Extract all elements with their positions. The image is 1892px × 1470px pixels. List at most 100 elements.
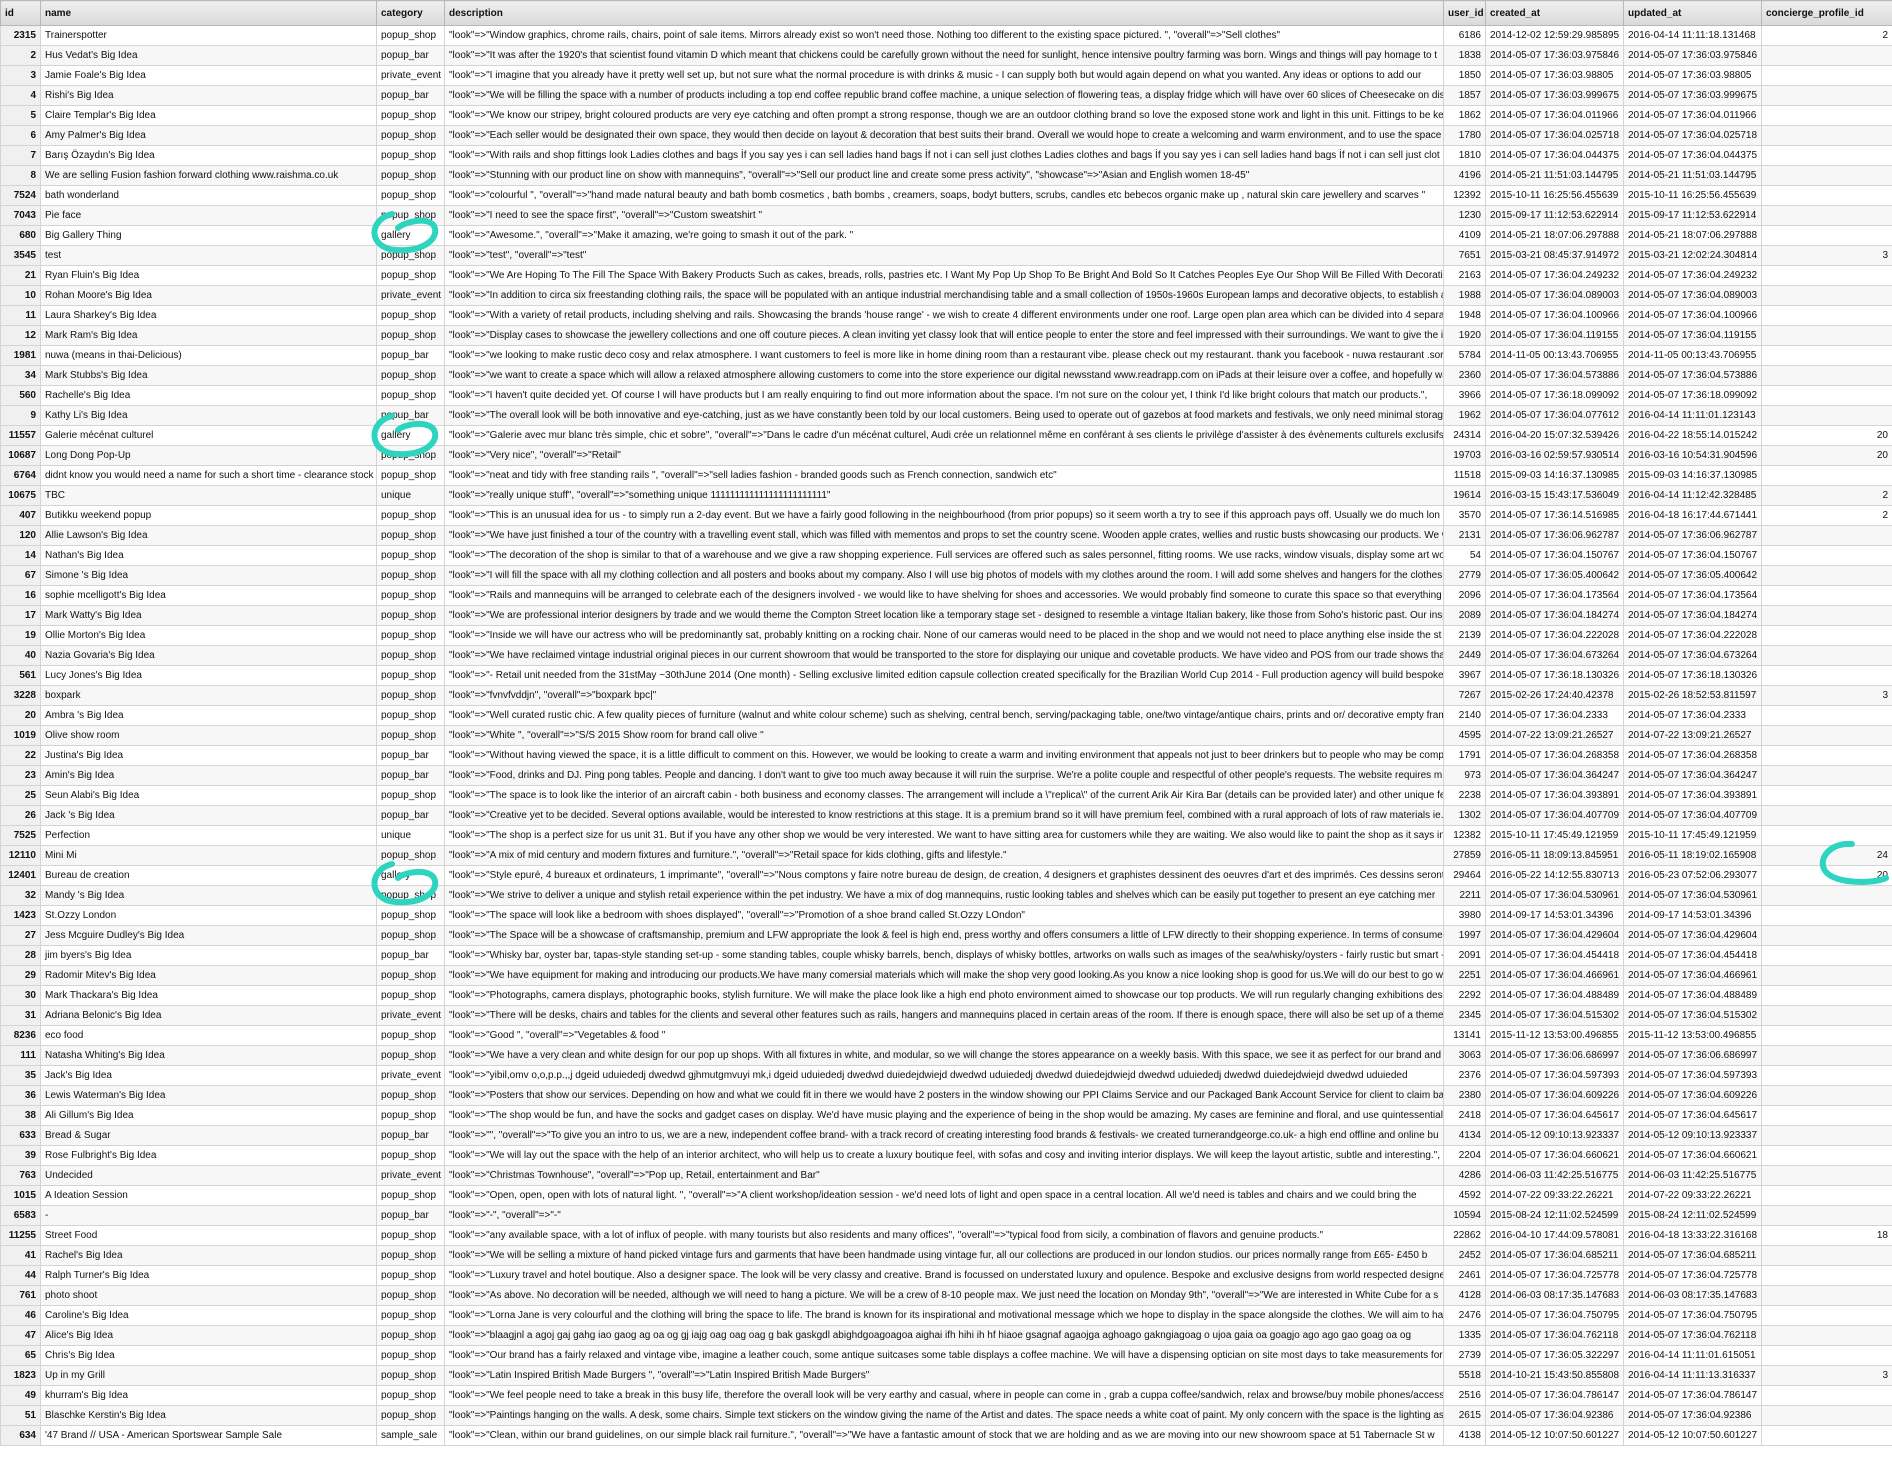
column-header-user-id[interactable]: user_id <box>1443 0 1486 26</box>
cell-updated-at[interactable]: 2014-05-07 17:36:04.597393 <box>1623 1065 1762 1086</box>
cell-id[interactable]: 10 <box>0 285 41 306</box>
cell-user-id[interactable]: 19703 <box>1443 445 1486 466</box>
table-row[interactable]: 25 Seun Alabi's Big Idea popup_shop "look"=… <box>0 785 1892 806</box>
cell-category[interactable]: popup_shop <box>376 605 445 626</box>
cell-created-at[interactable]: 2014-05-07 17:36:04.488489 <box>1485 985 1624 1006</box>
cell-concierge-profile-id[interactable] <box>1761 1125 1892 1146</box>
cell-user-id[interactable]: 5518 <box>1443 1365 1486 1386</box>
cell-id[interactable]: 633 <box>0 1125 41 1146</box>
cell-id[interactable]: 25 <box>0 785 41 806</box>
cell-description[interactable]: "look"=>"Paintings hanging on the walls.… <box>444 1405 1444 1426</box>
cell-user-id[interactable]: 2380 <box>1443 1085 1486 1106</box>
cell-concierge-profile-id[interactable] <box>1761 1045 1892 1066</box>
cell-id[interactable]: 6 <box>0 125 41 146</box>
cell-user-id[interactable]: 2204 <box>1443 1145 1486 1166</box>
cell-created-at[interactable]: 2015-03-21 08:45:37.914972 <box>1485 245 1624 266</box>
cell-updated-at[interactable]: 2014-05-12 09:10:13.923337 <box>1623 1125 1762 1146</box>
cell-id[interactable]: 51 <box>0 1405 41 1426</box>
cell-concierge-profile-id[interactable] <box>1761 945 1892 966</box>
cell-id[interactable]: 763 <box>0 1165 41 1186</box>
cell-created-at[interactable]: 2014-05-07 17:36:04.645617 <box>1485 1105 1624 1126</box>
cell-updated-at[interactable]: 2014-05-07 17:36:04.429604 <box>1623 925 1762 946</box>
cell-updated-at[interactable]: 2014-11-05 00:13:43.706955 <box>1623 345 1762 366</box>
cell-description[interactable]: "look"=>"Luxury travel and hotel boutiqu… <box>444 1265 1444 1286</box>
cell-user-id[interactable]: 2163 <box>1443 265 1486 286</box>
cell-updated-at[interactable]: 2014-06-03 08:17:35.147683 <box>1623 1285 1762 1306</box>
cell-concierge-profile-id[interactable] <box>1761 765 1892 786</box>
cell-updated-at[interactable]: 2015-11-12 13:53:00.496855 <box>1623 1025 1762 1046</box>
cell-description[interactable]: "look"=>"This is an unusual idea for us … <box>444 505 1444 526</box>
cell-user-id[interactable]: 2779 <box>1443 565 1486 586</box>
cell-id[interactable]: 2 <box>0 45 41 66</box>
cell-concierge-profile-id[interactable] <box>1761 745 1892 766</box>
cell-created-at[interactable]: 2014-05-07 17:36:04.025718 <box>1485 125 1624 146</box>
cell-created-at[interactable]: 2014-05-07 17:36:04.466961 <box>1485 965 1624 986</box>
cell-category[interactable]: popup_shop <box>376 645 445 666</box>
cell-description[interactable]: "look"=>"Stunning with our product line … <box>444 165 1444 186</box>
cell-updated-at[interactable]: 2014-05-07 17:36:04.466961 <box>1623 965 1762 986</box>
table-row[interactable]: 1423 St.Ozzy London popup_shop "look"=>"The… <box>0 905 1892 926</box>
cell-category[interactable]: popup_shop <box>376 105 445 126</box>
cell-description[interactable]: "look"=>"We have a very clean and white … <box>444 1045 1444 1066</box>
cell-updated-at[interactable]: 2014-05-07 17:36:04.762118 <box>1623 1325 1762 1346</box>
cell-updated-at[interactable]: 2014-05-07 17:36:04.609226 <box>1623 1085 1762 1106</box>
cell-created-at[interactable]: 2014-05-21 11:51:03.144795 <box>1485 165 1624 186</box>
table-row[interactable]: 3 Jamie Foale's Big Idea private_event "loo… <box>0 65 1892 86</box>
cell-category[interactable]: popup_shop <box>376 1285 445 1306</box>
cell-id[interactable]: 561 <box>0 665 41 686</box>
cell-created-at[interactable]: 2014-05-07 17:36:04.2333 <box>1485 705 1624 726</box>
cell-updated-at[interactable]: 2016-03-16 10:54:31.904596 <box>1623 445 1762 466</box>
table-row[interactable]: 49 khurram's Big Idea popup_shop "look"=>"W… <box>0 1385 1892 1406</box>
cell-name[interactable]: nuwa (means in thai-Delicious) <box>40 345 377 366</box>
cell-created-at[interactable]: 2014-05-07 17:36:04.077612 <box>1485 405 1624 426</box>
cell-concierge-profile-id[interactable] <box>1761 165 1892 186</box>
cell-concierge-profile-id[interactable]: 20 <box>1761 865 1892 886</box>
cell-name[interactable]: Hus Vedat's Big Idea <box>40 45 377 66</box>
table-row[interactable]: 7525 Perfection unique "look"=>"The shop is… <box>0 825 1892 846</box>
cell-name[interactable]: Mark Thackara's Big Idea <box>40 985 377 1006</box>
cell-category[interactable]: gallery <box>376 225 445 246</box>
cell-user-id[interactable]: 1230 <box>1443 205 1486 226</box>
cell-category[interactable]: popup_shop <box>376 505 445 526</box>
cell-created-at[interactable]: 2014-07-22 09:33:22.26221 <box>1485 1185 1624 1206</box>
cell-description[interactable]: "look"=>"The shop would be fun, and have… <box>444 1105 1444 1126</box>
cell-description[interactable]: "look"=>"Creative yet to be decided. Sev… <box>444 805 1444 826</box>
cell-created-at[interactable]: 2016-04-20 15:07:32.539426 <box>1485 425 1624 446</box>
cell-category[interactable]: popup_shop <box>376 685 445 706</box>
cell-description[interactable]: "look"=>"Galerie avec mur blanc très sim… <box>444 425 1444 446</box>
cell-description[interactable]: "look"=>"We strive to deliver a unique a… <box>444 885 1444 906</box>
cell-id[interactable]: 7524 <box>0 185 41 206</box>
cell-id[interactable]: 65 <box>0 1345 41 1366</box>
cell-description[interactable]: "look"=>"With a variety of retail produc… <box>444 305 1444 326</box>
cell-description[interactable]: "look"=>"The decoration of the shop is s… <box>444 545 1444 566</box>
cell-category[interactable]: popup_shop <box>376 165 445 186</box>
cell-name[interactable]: Claire Templar's Big Idea <box>40 105 377 126</box>
cell-updated-at[interactable]: 2014-05-07 17:36:04.725778 <box>1623 1265 1762 1286</box>
cell-name[interactable]: Simone 's Big Idea <box>40 565 377 586</box>
cell-user-id[interactable]: 1850 <box>1443 65 1486 86</box>
cell-concierge-profile-id[interactable]: 20 <box>1761 425 1892 446</box>
cell-updated-at[interactable]: 2014-05-07 17:36:04.407709 <box>1623 805 1762 826</box>
cell-category[interactable]: popup_shop <box>376 905 445 926</box>
cell-name[interactable]: Natasha Whiting's Big Idea <box>40 1045 377 1066</box>
cell-concierge-profile-id[interactable]: 3 <box>1761 685 1892 706</box>
cell-created-at[interactable]: 2014-05-07 17:36:18.130326 <box>1485 665 1624 686</box>
cell-category[interactable]: popup_shop <box>376 1185 445 1206</box>
cell-created-at[interactable]: 2014-05-07 17:36:06.962787 <box>1485 525 1624 546</box>
cell-created-at[interactable]: 2014-05-21 18:07:06.297888 <box>1485 225 1624 246</box>
cell-name[interactable]: Ollie Morton's Big Idea <box>40 625 377 646</box>
cell-name[interactable]: Kathy Li's Big Idea <box>40 405 377 426</box>
table-row[interactable]: 7 Barış Özaydın's Big Idea popup_shop "look… <box>0 145 1892 166</box>
cell-updated-at[interactable]: 2015-09-03 14:16:37.130985 <box>1623 465 1762 486</box>
cell-description[interactable]: "look"=>"any available space, with a lot… <box>444 1225 1444 1246</box>
cell-updated-at[interactable]: 2014-05-07 17:36:04.454418 <box>1623 945 1762 966</box>
cell-name[interactable]: Mark Watty's Big Idea <box>40 605 377 626</box>
cell-id[interactable]: 761 <box>0 1285 41 1306</box>
cell-description[interactable]: "look"=>"A mix of mid century and modern… <box>444 845 1444 866</box>
cell-category[interactable]: popup_shop <box>376 965 445 986</box>
cell-created-at[interactable]: 2014-05-07 17:36:04.660621 <box>1485 1145 1624 1166</box>
cell-updated-at[interactable]: 2016-04-14 11:12:42.328485 <box>1623 485 1762 506</box>
table-row[interactable]: 47 Alice's Big Idea popup_shop "look"=>"bla… <box>0 1325 1892 1346</box>
cell-updated-at[interactable]: 2014-05-07 17:36:03.98805 <box>1623 65 1762 86</box>
cell-user-id[interactable]: 4286 <box>1443 1165 1486 1186</box>
